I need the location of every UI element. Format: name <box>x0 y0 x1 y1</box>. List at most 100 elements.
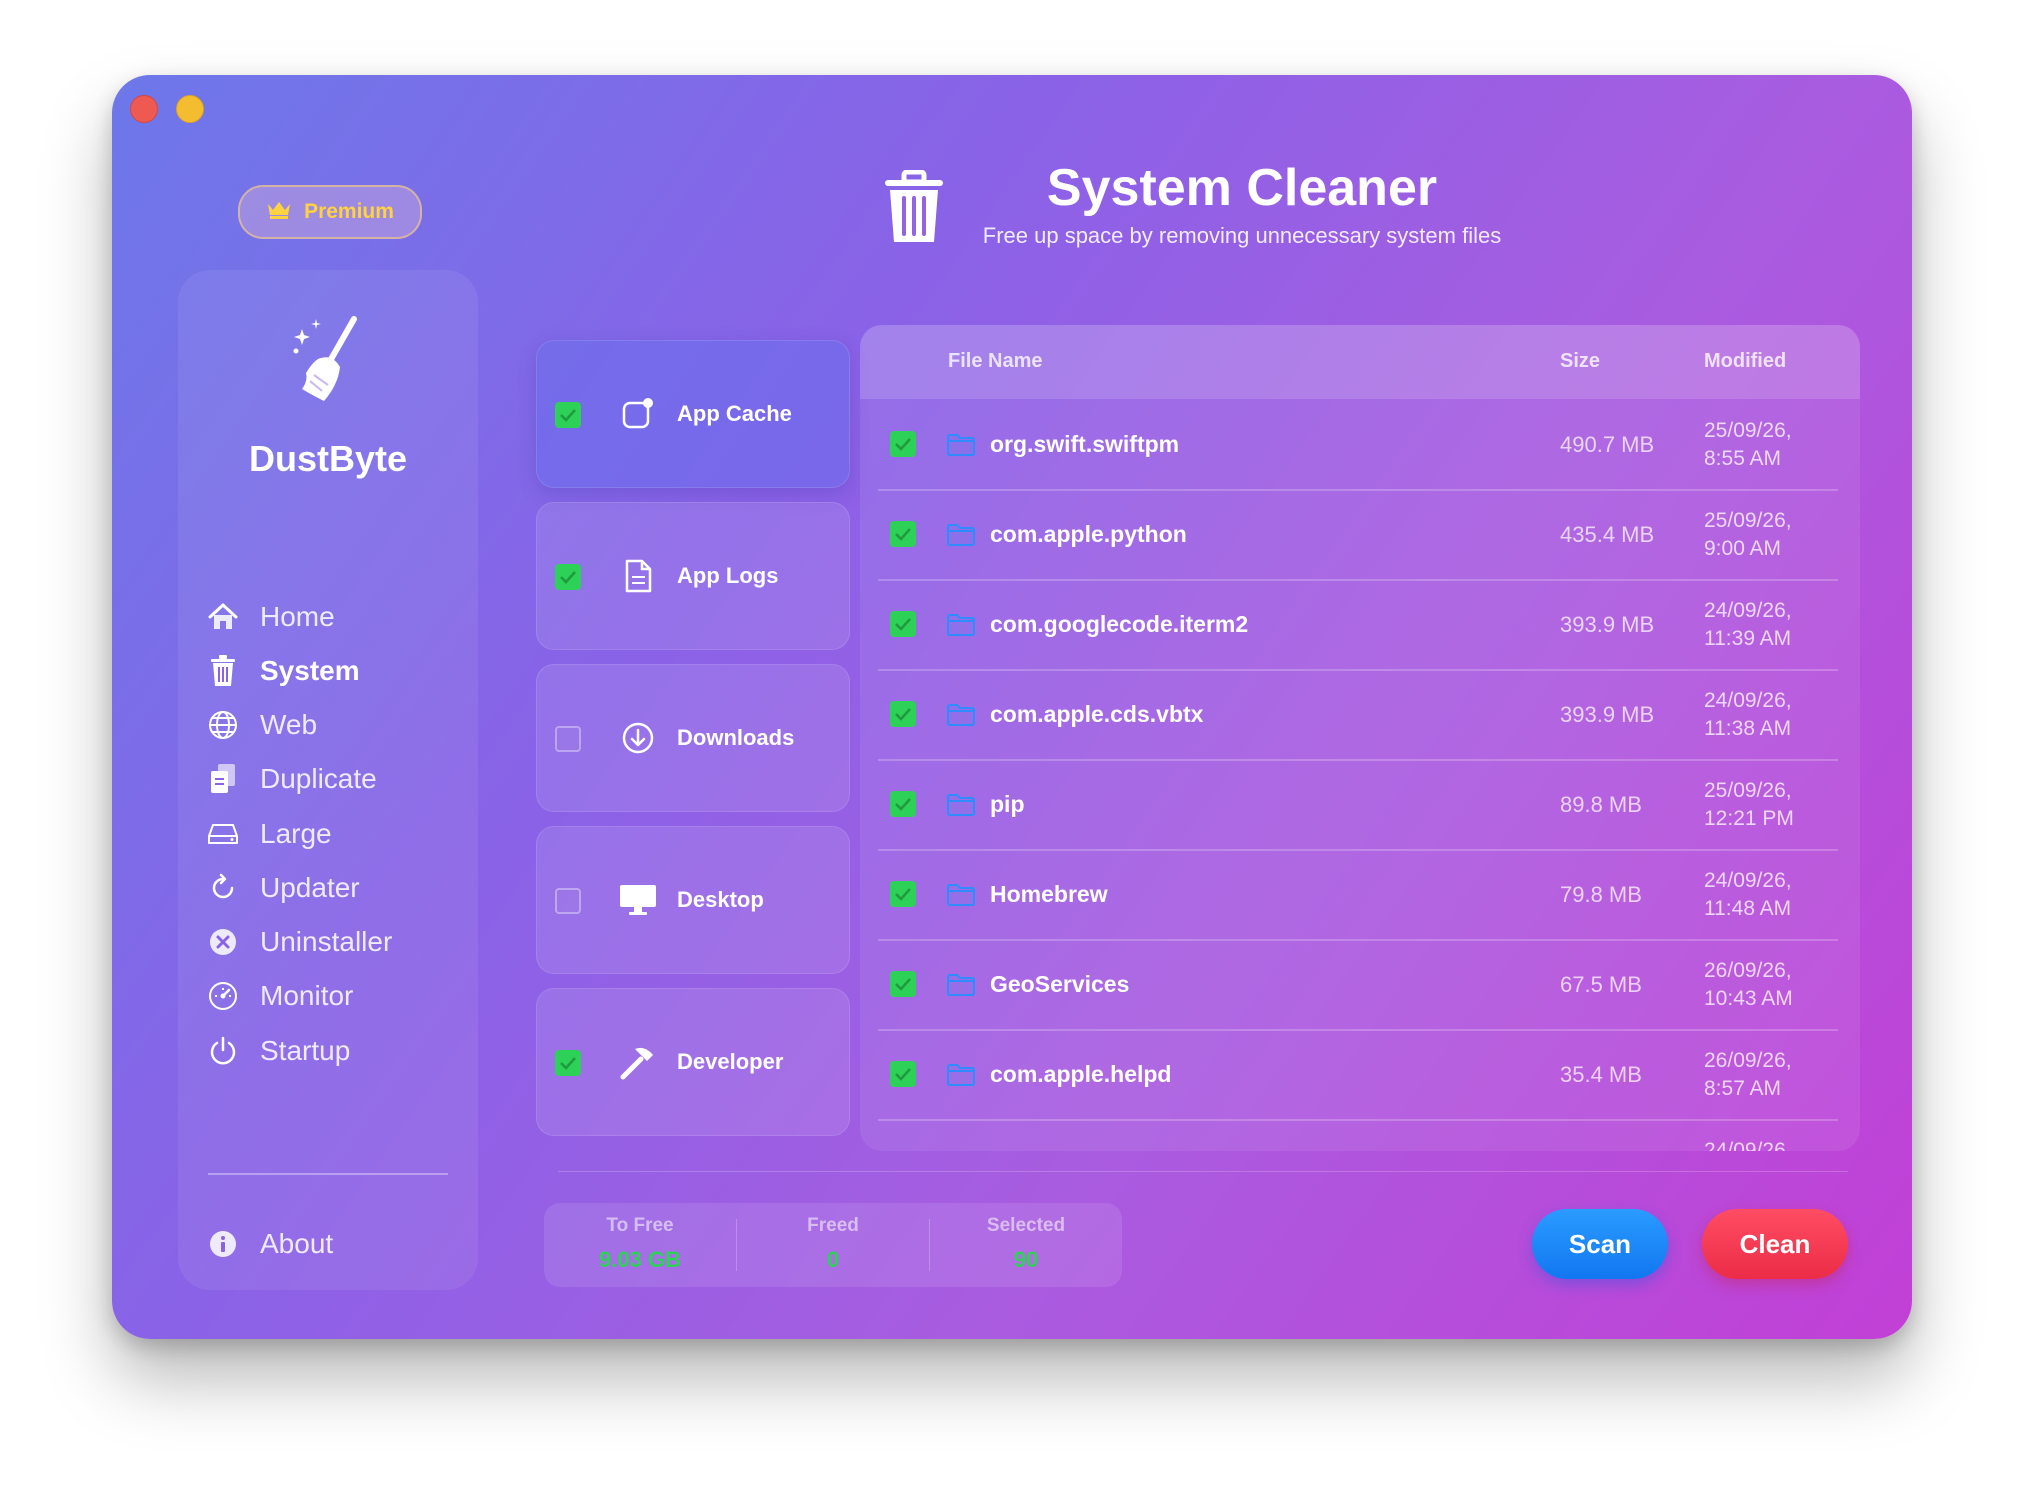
drive-icon <box>206 817 240 851</box>
category-app-cache[interactable]: App Cache <box>536 340 850 488</box>
folder-icon <box>946 973 976 1002</box>
category-checkbox[interactable] <box>555 726 581 752</box>
table-row[interactable]: 24/09/26 <box>878 1119 1838 1151</box>
stat-label: Freed <box>807 1215 859 1236</box>
nav-item-label: Large <box>260 818 332 849</box>
folder-icon <box>946 793 976 822</box>
file-name: org.swift.swiftpm <box>990 431 1180 457</box>
file-modified: 25/09/26, 9:00 AM <box>1704 507 1834 563</box>
modified-date: 26/09/26, <box>1704 1049 1792 1072</box>
nav-item-updater[interactable]: Updater <box>206 863 466 913</box>
table-row[interactable]: org.swift.swiftpm 490.7 MB 25/09/26, 8:55 A… <box>878 399 1838 491</box>
category-checkbox[interactable] <box>555 402 581 428</box>
nav-item-label: Monitor <box>260 980 354 1011</box>
table-row[interactable]: com.apple.helpd 35.4 MB 26/09/26, 8:57 AM <box>878 1029 1838 1121</box>
table-row[interactable]: Homebrew 79.8 MB 24/09/26, 11:48 AM <box>878 849 1838 941</box>
file-size: 79.8 MB <box>1560 882 1642 907</box>
row-checkbox[interactable] <box>890 701 916 727</box>
close-window-button[interactable] <box>130 95 158 123</box>
app-brand-name: DustByte <box>248 438 408 479</box>
category-label: App Logs <box>677 563 779 588</box>
nav-item-system[interactable]: System <box>206 646 466 696</box>
modified-time: 11:38 AM <box>1704 717 1792 740</box>
file-size: 89.8 MB <box>1560 792 1642 817</box>
document-icon <box>617 555 659 597</box>
category-label: Developer <box>677 1049 784 1074</box>
stat-value: 0 <box>826 1247 840 1272</box>
stat-selected: Selected 90 <box>930 1203 1122 1287</box>
folder-icon <box>946 883 976 912</box>
row-checkbox[interactable] <box>890 521 916 547</box>
category-label: Desktop <box>677 887 764 912</box>
file-name: com.apple.helpd <box>990 1061 1172 1087</box>
row-checkbox[interactable] <box>890 881 916 907</box>
nav-item-web[interactable]: Web <box>206 700 466 750</box>
premium-badge[interactable]: Premium <box>238 185 422 239</box>
nav-item-monitor[interactable]: Monitor <box>206 971 466 1021</box>
broom-logo-icon <box>288 315 368 405</box>
nav-item-large[interactable]: Large <box>206 809 466 859</box>
row-checkbox[interactable] <box>890 611 916 637</box>
row-checkbox[interactable] <box>890 971 916 997</box>
modified-time: 12:21 PM <box>1704 807 1794 830</box>
stat-label: To Free <box>606 1215 674 1236</box>
nav-item-startup[interactable]: Startup <box>206 1026 466 1076</box>
duplicate-icon <box>206 762 240 796</box>
modified-date: 24/09/26 <box>1704 1139 1786 1151</box>
category-desktop[interactable]: Desktop <box>536 826 850 974</box>
column-header-size[interactable]: Size <box>1560 350 1600 373</box>
row-checkbox[interactable] <box>890 431 916 457</box>
x-circle-icon <box>206 925 240 959</box>
hammer-icon <box>617 1041 659 1083</box>
file-name: GeoServices <box>990 971 1130 997</box>
row-checkbox[interactable] <box>890 1061 916 1087</box>
category-label: Downloads <box>677 725 795 750</box>
page-subtitle: Free up space by removing unnecessary sy… <box>982 223 1502 248</box>
folder-icon <box>946 613 976 642</box>
modified-time: 8:55 AM <box>1704 447 1782 470</box>
category-app-logs[interactable]: App Logs <box>536 502 850 650</box>
sidebar-divider <box>208 1173 448 1175</box>
file-modified: 25/09/26, 8:55 AM <box>1704 417 1834 473</box>
table-row[interactable]: GeoServices 67.5 MB 26/09/26, 10:43 AM <box>878 939 1838 1031</box>
file-modified: 26/09/26, 10:43 AM <box>1704 957 1834 1013</box>
file-modified: 24/09/26, 11:39 AM <box>1704 597 1834 653</box>
row-checkbox[interactable] <box>890 791 916 817</box>
category-downloads[interactable]: Downloads <box>536 664 850 812</box>
nav-item-home[interactable]: Home <box>206 592 466 642</box>
file-name: Homebrew <box>990 881 1108 907</box>
nav-item-label: System <box>260 655 360 686</box>
column-header-modified[interactable]: Modified <box>1704 350 1786 373</box>
table-row[interactable]: pip 89.8 MB 25/09/26, 12:21 PM <box>878 759 1838 851</box>
folder-icon <box>946 433 976 462</box>
modified-time: 11:48 AM <box>1704 897 1792 920</box>
category-checkbox[interactable] <box>555 1050 581 1076</box>
clean-button[interactable]: Clean <box>1702 1209 1848 1279</box>
scan-button[interactable]: Scan <box>1532 1209 1668 1279</box>
crown-icon <box>266 199 292 225</box>
modified-date: 25/09/26, <box>1704 509 1792 532</box>
nav-item-label: About <box>260 1228 334 1259</box>
category-checkbox[interactable] <box>555 564 581 590</box>
file-name: com.apple.cds.vbtx <box>990 701 1204 727</box>
footer-divider <box>558 1171 1848 1172</box>
power-icon <box>206 1034 240 1068</box>
file-modified: 24/09/26, 11:48 AM <box>1704 867 1834 923</box>
category-checkbox[interactable] <box>555 888 581 914</box>
table-row[interactable]: com.googlecode.iterm2 393.9 MB 24/09/26, 11… <box>878 579 1838 671</box>
app-window: Premium DustByte Home System Web Duplica… <box>112 75 1912 1339</box>
nav-item-about[interactable]: About <box>206 1219 466 1269</box>
nav-item-duplicate[interactable]: Duplicate <box>206 754 466 804</box>
info-icon <box>206 1227 240 1261</box>
minimize-window-button[interactable] <box>176 95 204 123</box>
table-row[interactable]: com.apple.cds.vbtx 393.9 MB 24/09/26, 11:38… <box>878 669 1838 761</box>
category-developer[interactable]: Developer <box>536 988 850 1136</box>
table-row[interactable]: com.apple.python 435.4 MB 25/09/26, 9:00 AM <box>878 489 1838 581</box>
trash-icon <box>206 654 240 688</box>
stat-to-free: To Free 9.03 GB <box>544 1203 736 1287</box>
column-header-file-name[interactable]: File Name <box>948 350 1042 373</box>
stat-value: 90 <box>1013 1247 1039 1272</box>
monitor-icon <box>617 879 659 921</box>
app-badge-icon <box>617 393 659 435</box>
nav-item-uninstaller[interactable]: Uninstaller <box>206 917 466 967</box>
